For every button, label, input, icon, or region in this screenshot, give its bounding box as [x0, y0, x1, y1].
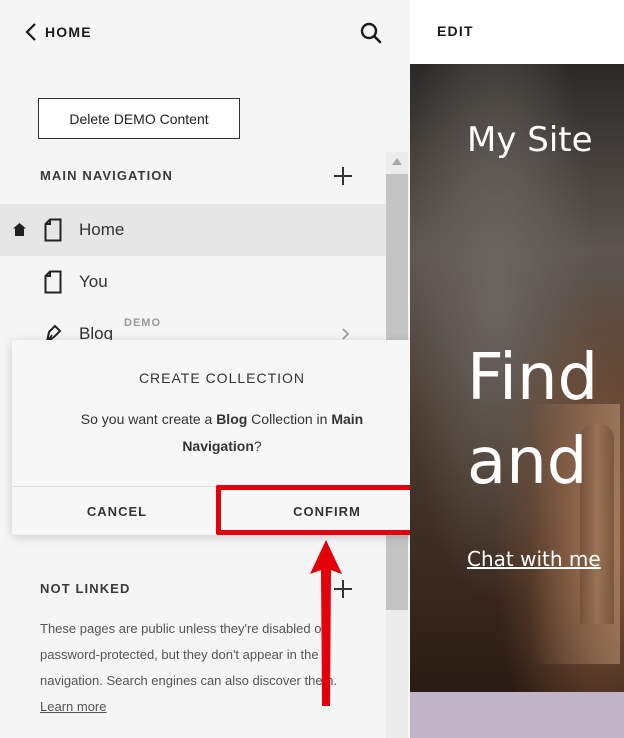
delete-demo-content-button[interactable]: Delete DEMO Content [38, 98, 240, 139]
nav-item-you[interactable]: You [0, 256, 386, 308]
chevron-left-icon [25, 23, 36, 41]
main-navigation-title: MAIN NAVIGATION [40, 168, 174, 183]
not-linked-description: These pages are public unless they're di… [40, 616, 350, 720]
page-icon [44, 270, 62, 294]
dialog-message-collection: Blog [216, 411, 248, 427]
hero-heading: Find and [467, 341, 599, 499]
panel-topbar: HOME [0, 0, 410, 64]
back-home-link[interactable]: HOME [24, 20, 92, 44]
dialog-message-suffix: ? [253, 438, 262, 454]
site-title[interactable]: My Site [467, 120, 593, 160]
dialog-message: So you want create a Blog Collection in … [52, 406, 392, 460]
back-label: HOME [45, 24, 92, 40]
hero-section: My Site Find and Chat with me [410, 64, 624, 692]
site-preview: EDIT My Site Find and Chat with me [410, 0, 624, 738]
dialog-message-prefix: So you want create a [80, 411, 217, 427]
edit-button[interactable]: EDIT [437, 23, 474, 39]
homepage-icon [13, 223, 26, 236]
nav-item-home[interactable]: Home [0, 204, 386, 256]
next-section-band [410, 692, 624, 738]
create-collection-dialog: CREATE COLLECTION So you want create a B… [12, 340, 432, 535]
page-icon [44, 218, 62, 242]
chevron-right-icon [342, 328, 350, 340]
confirm-button[interactable]: CONFIRM [222, 487, 432, 535]
hero-link[interactable]: Chat with me [467, 547, 601, 571]
red-arrow-annotation [310, 540, 342, 706]
search-icon[interactable] [358, 20, 384, 46]
nav-item-label: You [79, 272, 108, 291]
cancel-button[interactable]: CANCEL [12, 487, 222, 535]
demo-badge: DEMO [124, 317, 161, 329]
learn-more-link[interactable]: Learn more [40, 699, 106, 714]
not-linked-description-text: These pages are public unless they're di… [40, 621, 338, 688]
scroll-up-arrow[interactable] [392, 158, 402, 165]
nav-item-label: Home [79, 220, 125, 239]
add-page-plus-icon[interactable] [332, 165, 354, 187]
dialog-title: CREATE COLLECTION [138, 370, 306, 386]
not-linked-title: NOT LINKED [40, 581, 131, 596]
dialog-message-mid: Collection in [247, 411, 332, 427]
